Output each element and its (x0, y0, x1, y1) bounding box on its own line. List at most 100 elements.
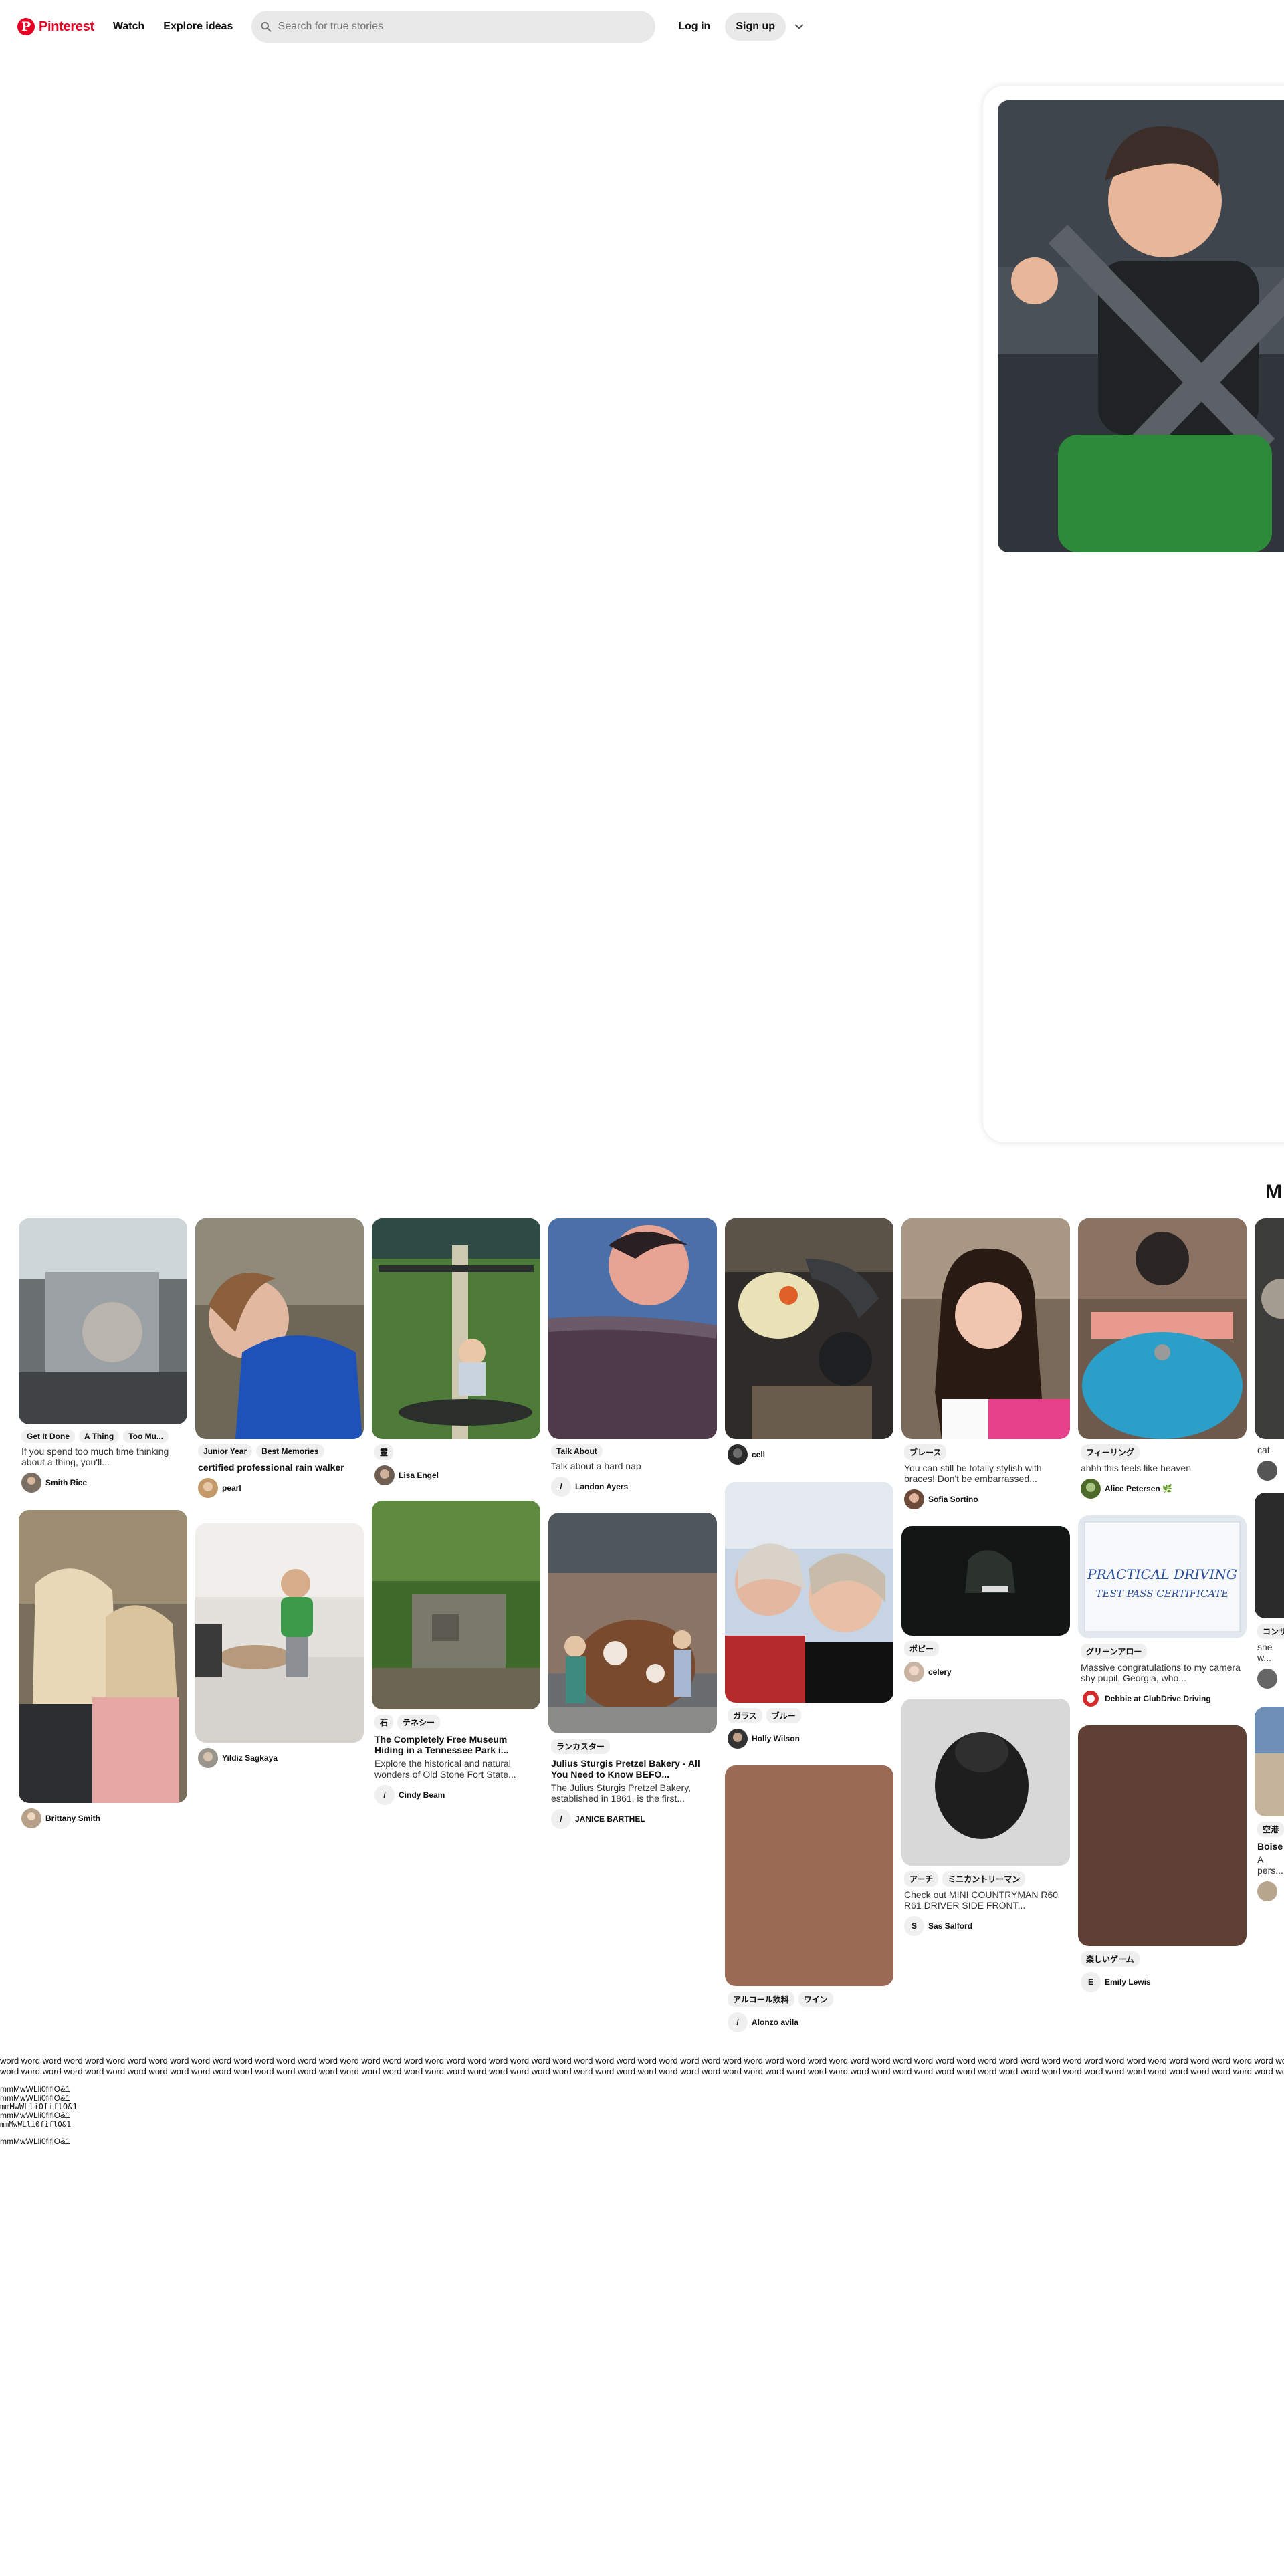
signup-button[interactable]: Sign up (725, 13, 786, 41)
pin-card[interactable]: PRACTICAL DRIVING TEST PASS CERTIFICATE グ… (1078, 1515, 1247, 1709)
pin-user[interactable]: Yildiz Sagkaya (195, 1748, 364, 1768)
tag-chip[interactable]: Junior Year (198, 1444, 253, 1458)
pin-user[interactable]: Holly Wilson (725, 1729, 893, 1749)
pin-image[interactable] (901, 1699, 1070, 1866)
pin-tags: ランカスター (548, 1739, 717, 1754)
pin-user[interactable]: / Cindy Beam (372, 1785, 540, 1805)
tag-chip[interactable]: ランカスター (551, 1739, 611, 1754)
pin-image[interactable] (1078, 1218, 1247, 1439)
tag-chip[interactable]: フィーリング (1081, 1444, 1140, 1460)
pin-card[interactable]: アルコール飲料 ワイン / Alonzo avila (725, 1765, 893, 2032)
pinterest-logo[interactable]: P Pinterest (17, 18, 94, 35)
pin-user[interactable]: Alice Petersen 🌿 (1078, 1479, 1247, 1499)
pin-user[interactable]: / JANICE BARTHEL (548, 1809, 717, 1829)
tag-chip[interactable]: ガラス (728, 1708, 762, 1723)
pin-card[interactable]: フィーリング ahhh this feels like heaven Alice… (1078, 1218, 1247, 1499)
tag-chip[interactable]: ブルー (766, 1708, 801, 1723)
pin-image[interactable] (725, 1218, 893, 1439)
pin-user[interactable]: Debbie at ClubDrive Driving (1078, 1689, 1247, 1709)
tag-chip[interactable]: 靈 (374, 1444, 394, 1460)
pin-card[interactable]: Talk About Talk about a hard nap / Lando… (548, 1218, 717, 1497)
tag-chip[interactable]: 楽しいゲーム (1081, 1951, 1140, 1967)
tag-chip[interactable]: アルコール飲料 (728, 1992, 794, 2007)
pin-tags: 空港 (1255, 1822, 1284, 1837)
pin-user[interactable]: Sofia Sortino (901, 1489, 1070, 1509)
user-name: Brittany Smith (45, 1814, 101, 1823)
pin-image[interactable] (1078, 1725, 1247, 1946)
pin-user[interactable] (1255, 1461, 1284, 1481)
pin-image[interactable] (195, 1523, 364, 1743)
pin-user[interactable]: S Sas Salford (901, 1916, 1070, 1936)
pin-card[interactable]: 楽しいゲーム E Emily Lewis (1078, 1725, 1247, 1992)
pin-card[interactable]: ブレース You can still be totally stylish wi… (901, 1218, 1070, 1509)
tag-chip[interactable]: ミニカントリーマン (942, 1871, 1026, 1887)
pin-description: The Julius Sturgis Pretzel Bakery, estab… (551, 1782, 691, 1804)
pin-image[interactable] (1255, 1493, 1284, 1618)
pin-image[interactable] (19, 1510, 187, 1803)
pin-card[interactable]: ランカスター Julius Sturgis Pretzel Bakery - A… (548, 1513, 717, 1829)
pin-image[interactable] (548, 1513, 717, 1733)
tag-chip[interactable]: Too Mu... (123, 1430, 169, 1443)
pin-card[interactable]: Brittany Smith (19, 1510, 187, 1828)
pin-card[interactable]: 石 テネシー The Completely Free Museum Hiding… (372, 1501, 540, 1805)
pin-image[interactable] (372, 1218, 540, 1439)
search-input[interactable] (278, 21, 647, 33)
tag-chip[interactable]: ワイン (798, 1992, 833, 2007)
closeup-image[interactable] (998, 100, 1284, 552)
tag-chip[interactable]: A Thing (79, 1430, 120, 1443)
pin-card[interactable]: ポピー celery (901, 1526, 1070, 1682)
tag-chip[interactable]: Get It Done (21, 1430, 76, 1443)
pin-card[interactable]: コンサ she w... aroun... (1255, 1493, 1284, 1689)
pin-user[interactable]: Brittany Smith (19, 1808, 187, 1828)
search-bar[interactable] (251, 11, 656, 43)
more-heading-partial: M (1265, 1181, 1282, 1203)
pin-image[interactable] (548, 1218, 717, 1439)
avatar (728, 1444, 748, 1465)
pin-card[interactable]: Junior Year Best Memories certified prof… (195, 1218, 364, 1498)
pin-image[interactable] (372, 1501, 540, 1709)
pin-user[interactable]: Smith Rice (19, 1473, 187, 1493)
pin-card[interactable]: Get It Done A Thing Too Mu... If you spe… (19, 1218, 187, 1493)
pin-tags: アーチ ミニカントリーマン (901, 1871, 1070, 1887)
pin-image[interactable] (19, 1218, 187, 1424)
tag-chip[interactable]: 石 (374, 1715, 394, 1730)
pin-user[interactable] (1255, 1669, 1284, 1689)
pin-user[interactable]: celery (901, 1662, 1070, 1682)
pin-image[interactable] (1255, 1707, 1284, 1816)
pin-image[interactable] (901, 1526, 1070, 1636)
chevron-down-icon[interactable] (791, 19, 807, 35)
pin-user[interactable]: Lisa Engel (372, 1465, 540, 1485)
pin-card[interactable]: Yildiz Sagkaya (195, 1523, 364, 1768)
pin-image[interactable] (725, 1765, 893, 1986)
pin-user[interactable]: / Alonzo avila (725, 2012, 893, 2032)
tag-chip[interactable]: グリーンアロー (1081, 1644, 1148, 1659)
pin-card[interactable]: 靈 Lisa Engel (372, 1218, 540, 1485)
pin-image[interactable] (901, 1218, 1070, 1439)
tag-chip[interactable]: ポピー (904, 1641, 940, 1656)
pin-user[interactable]: cell (725, 1444, 893, 1465)
pin-image[interactable]: PRACTICAL DRIVING TEST PASS CERTIFICATE (1078, 1515, 1247, 1638)
pin-image[interactable] (725, 1482, 893, 1703)
pin-user[interactable]: E Emily Lewis (1078, 1972, 1247, 1992)
tag-chip[interactable]: Talk About (551, 1444, 603, 1458)
pin-image[interactable] (195, 1218, 364, 1439)
pin-user[interactable] (1255, 1881, 1284, 1901)
tag-chip[interactable]: コンサ (1257, 1624, 1284, 1639)
nav-explore-ideas[interactable]: Explore ideas (154, 13, 242, 41)
pin-card[interactable]: cell (725, 1218, 893, 1465)
tag-chip[interactable]: Best Memories (256, 1444, 324, 1458)
pin-image[interactable] (1255, 1218, 1284, 1439)
nav-watch[interactable]: Watch (104, 13, 154, 41)
pin-user[interactable]: / Landon Ayers (548, 1477, 717, 1497)
pin-card[interactable]: アーチ ミニカントリーマン Check out MINI COUNTRYMAN … (901, 1699, 1070, 1936)
pin-user[interactable]: pearl (195, 1478, 364, 1498)
login-button[interactable]: Log in (667, 13, 721, 41)
word-line: word word word word word word word word … (0, 2066, 1284, 2076)
pin-card[interactable]: ガラス ブルー Holly Wilson (725, 1482, 893, 1749)
tag-chip[interactable]: アーチ (904, 1871, 939, 1887)
pin-card[interactable]: 空港 Boise A pers... sauce... (1255, 1707, 1284, 1901)
tag-chip[interactable]: 空港 (1257, 1822, 1284, 1837)
tag-chip[interactable]: テネシー (397, 1715, 441, 1730)
tag-chip[interactable]: ブレース (904, 1444, 947, 1460)
pin-card[interactable]: cat (1255, 1218, 1284, 1481)
